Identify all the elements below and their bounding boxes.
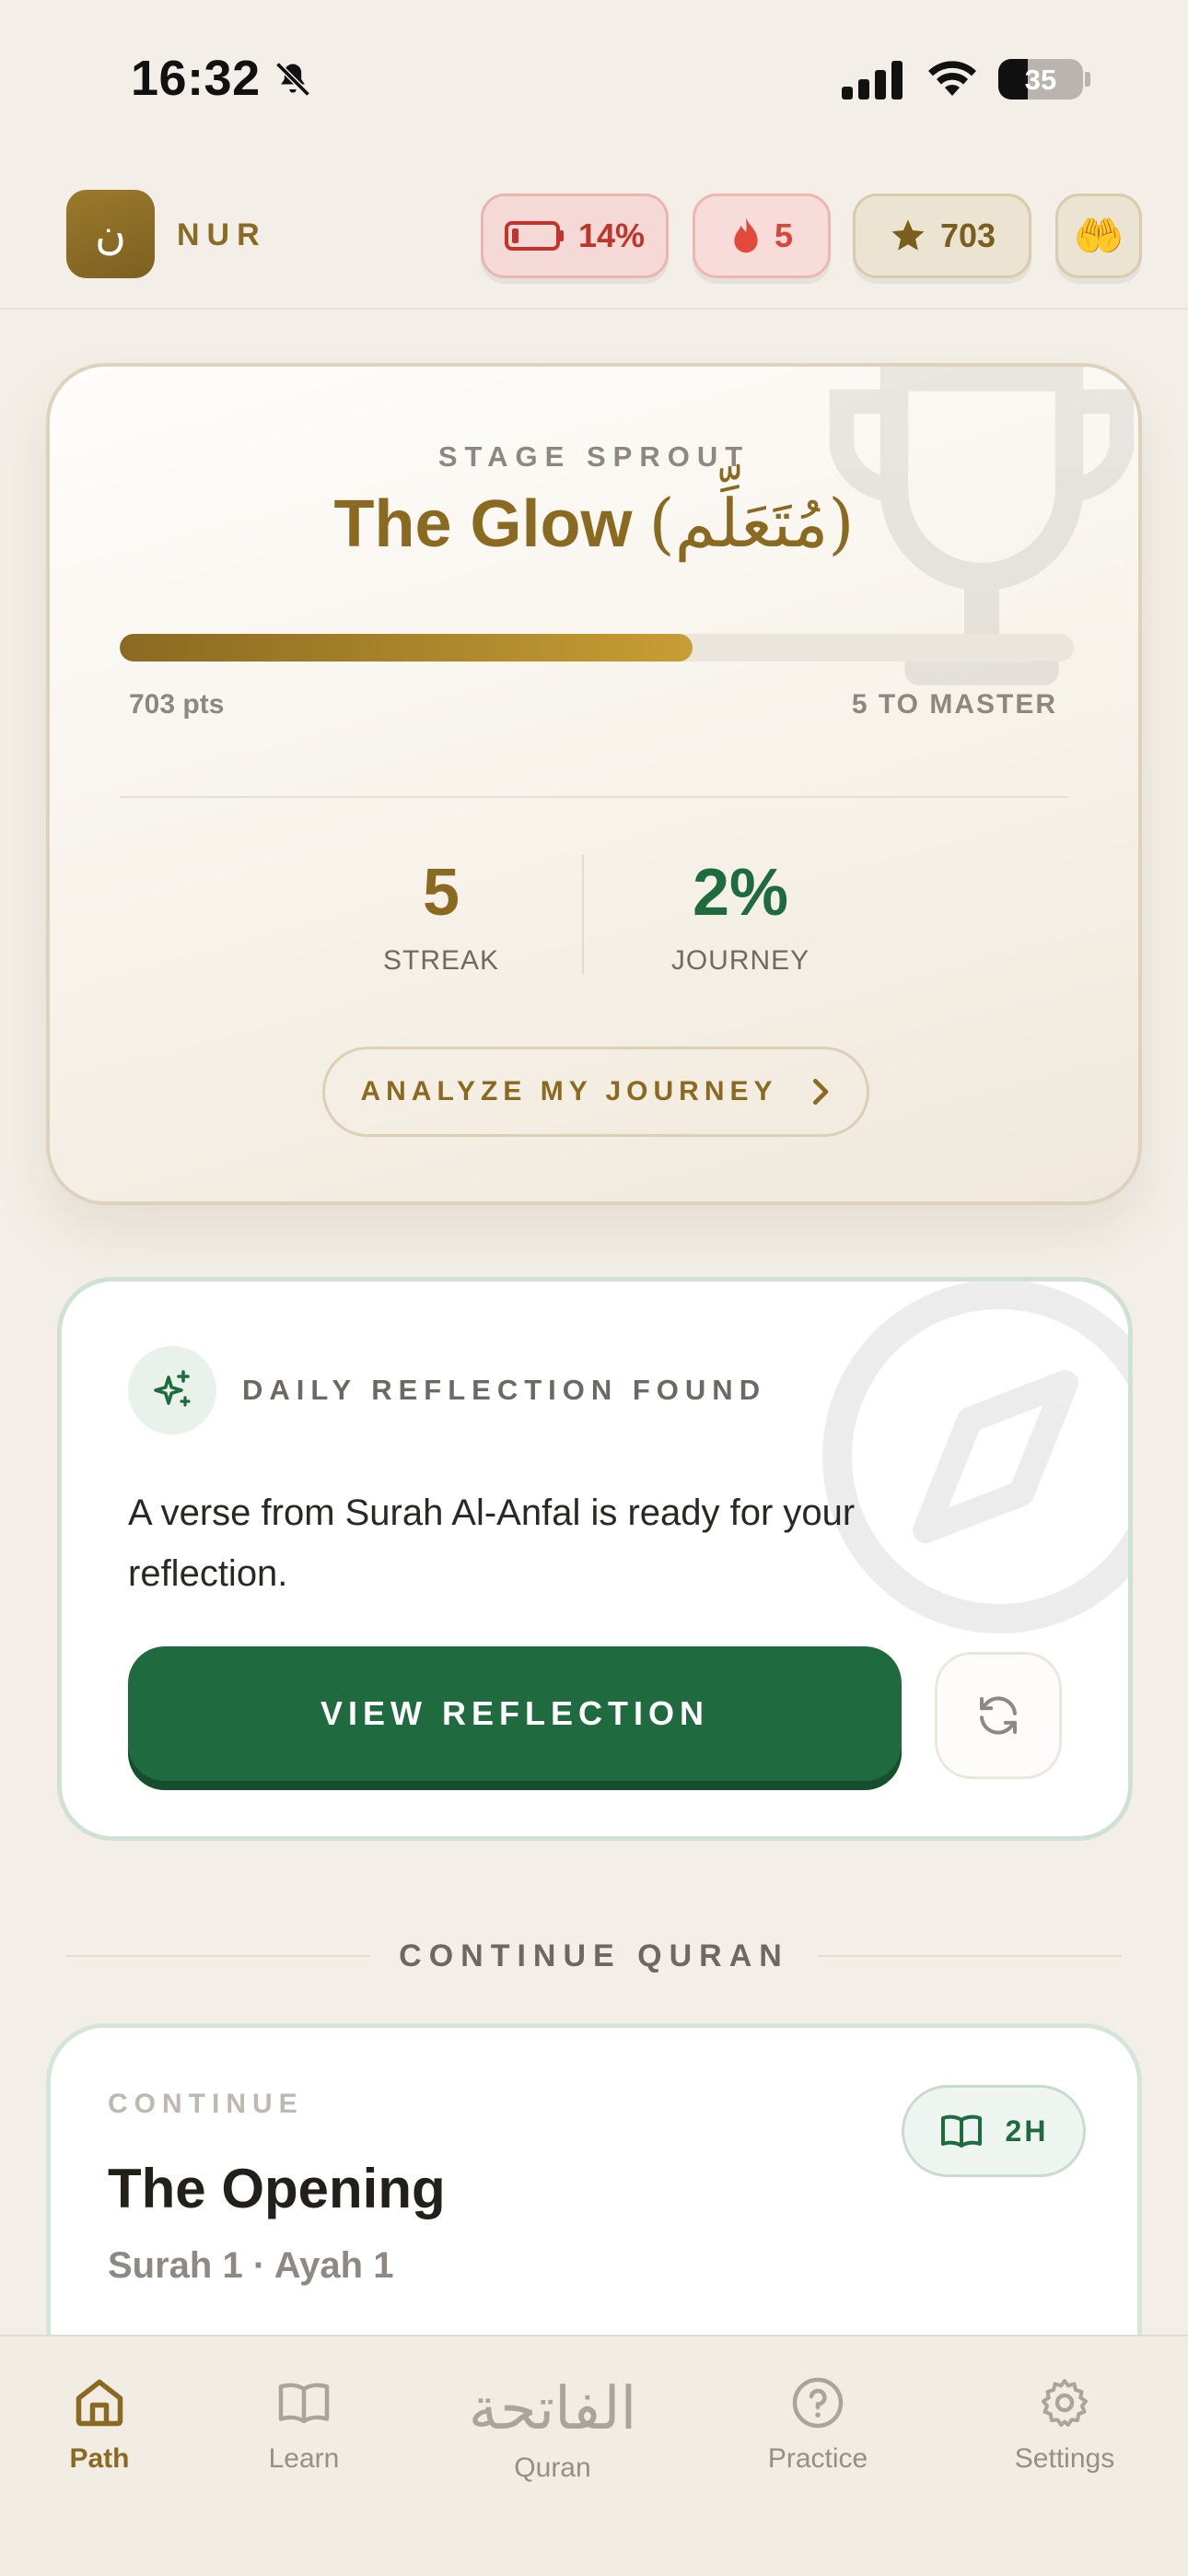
gear-icon — [1042, 2379, 1088, 2427]
stage-progress-bar — [120, 634, 1074, 662]
top-bar: ن NUR 14% 5 703 🤲 — [0, 162, 1188, 310]
star-icon — [891, 219, 925, 251]
daily-reflection-card: DAILY REFLECTION FOUND A verse from Sura… — [57, 1277, 1133, 1841]
stage-title-arabic: (مُتَعَلِّم) — [648, 485, 855, 562]
book-open-icon — [940, 2114, 982, 2148]
bottom-tab-bar: Path Learn الفاتحة Quran Practice Settin… — [0, 2335, 1188, 2576]
points-value: 703 — [939, 217, 996, 254]
reading-time-value: 2H — [1005, 2113, 1049, 2148]
stage-card: STAGE SPROUT The Glow (مُتَعَلِّم) 703 pt… — [46, 363, 1142, 1205]
status-bar: 16:32 35 — [0, 0, 1188, 162]
streak-stat: 5 STREAK — [303, 855, 579, 977]
view-reflection-button[interactable]: VIEW REFLECTION — [128, 1646, 902, 1781]
tab-learn[interactable]: Learn — [212, 2375, 396, 2475]
flame-icon — [734, 217, 758, 253]
streak-value: 5 — [774, 217, 794, 254]
streak-stat-value: 5 — [422, 856, 460, 930]
praying-hands-icon: 🤲 — [1073, 214, 1124, 259]
battery-cap — [1085, 72, 1090, 87]
question-circle-icon — [792, 2377, 844, 2429]
tab-settings-label: Settings — [1014, 2443, 1115, 2474]
to-master-text: 5 TO MASTER — [851, 689, 1057, 720]
divider — [120, 796, 1068, 798]
refresh-reflection-button[interactable] — [935, 1652, 1062, 1779]
header-rule-right — [818, 1955, 1122, 1957]
wifi-icon — [928, 61, 976, 96]
refresh-icon — [979, 1696, 1018, 1735]
journey-stat-label: JOURNEY — [670, 945, 810, 976]
stage-progress-fill — [120, 634, 693, 662]
book-icon — [278, 2383, 330, 2424]
streak-stat-label: STREAK — [382, 945, 500, 976]
energy-value: 14% — [577, 217, 646, 254]
reflection-text: A verse from Surah Al-Anfal is ready for… — [128, 1493, 856, 1594]
tab-path[interactable]: Path — [7, 2375, 192, 2475]
continue-quran-header: CONTINUE QURAN — [66, 1938, 1122, 1973]
tab-path-label: Path — [69, 2443, 130, 2474]
home-icon — [76, 2379, 123, 2427]
battery-indicator: 35 — [998, 59, 1083, 100]
journey-stat: 2% JOURNEY — [602, 855, 879, 977]
journey-stat-value: 2% — [692, 856, 789, 930]
battery-percent: 35 — [1024, 64, 1057, 96]
low-battery-icon — [504, 221, 564, 251]
quran-calligraphy-icon: الفاتحة — [468, 2375, 637, 2443]
stat-separator — [582, 855, 584, 975]
status-time: 16:32 — [131, 51, 261, 106]
tab-quran[interactable]: الفاتحة Quran — [460, 2370, 645, 2484]
surah-title: The Opening — [108, 2158, 446, 2219]
analyze-journey-button[interactable]: ANALYZE MY JOURNEY — [322, 1047, 869, 1137]
signal-icon — [842, 61, 903, 100]
chevron-right-icon — [812, 1079, 828, 1105]
points-text: 703 pts — [129, 689, 225, 720]
reading-time-badge: 2H — [902, 2085, 1086, 2177]
sparkle-badge — [128, 1346, 216, 1434]
continue-label: CONTINUE — [108, 2089, 304, 2119]
tab-practice-label: Practice — [767, 2443, 868, 2474]
stage-title-text: The Glow — [333, 487, 633, 561]
tab-practice[interactable]: Practice — [726, 2375, 910, 2475]
sparkles-icon — [154, 1370, 191, 1407]
surah-position: Surah 1 · Ayah 1 — [108, 2245, 394, 2286]
stage-title: The Glow (مُتَعَلِّم) — [50, 485, 1138, 562]
brand-name: NUR — [177, 217, 267, 252]
streak-pill[interactable]: 5 — [693, 193, 831, 278]
app-logo[interactable]: ن — [66, 190, 155, 278]
stage-label: STAGE SPROUT — [437, 440, 751, 473]
dua-button[interactable]: 🤲 — [1055, 193, 1142, 278]
tab-quran-label: Quran — [514, 2453, 591, 2483]
energy-pill[interactable]: 14% — [481, 193, 669, 278]
points-pill[interactable]: 703 — [853, 193, 1031, 278]
tab-settings[interactable]: Settings — [973, 2375, 1157, 2475]
reflection-label: DAILY REFLECTION FOUND — [242, 1374, 767, 1406]
tab-learn-label: Learn — [268, 2443, 340, 2474]
bell-off-icon — [275, 62, 310, 97]
analyze-journey-label: ANALYZE MY JOURNEY — [360, 1076, 778, 1107]
